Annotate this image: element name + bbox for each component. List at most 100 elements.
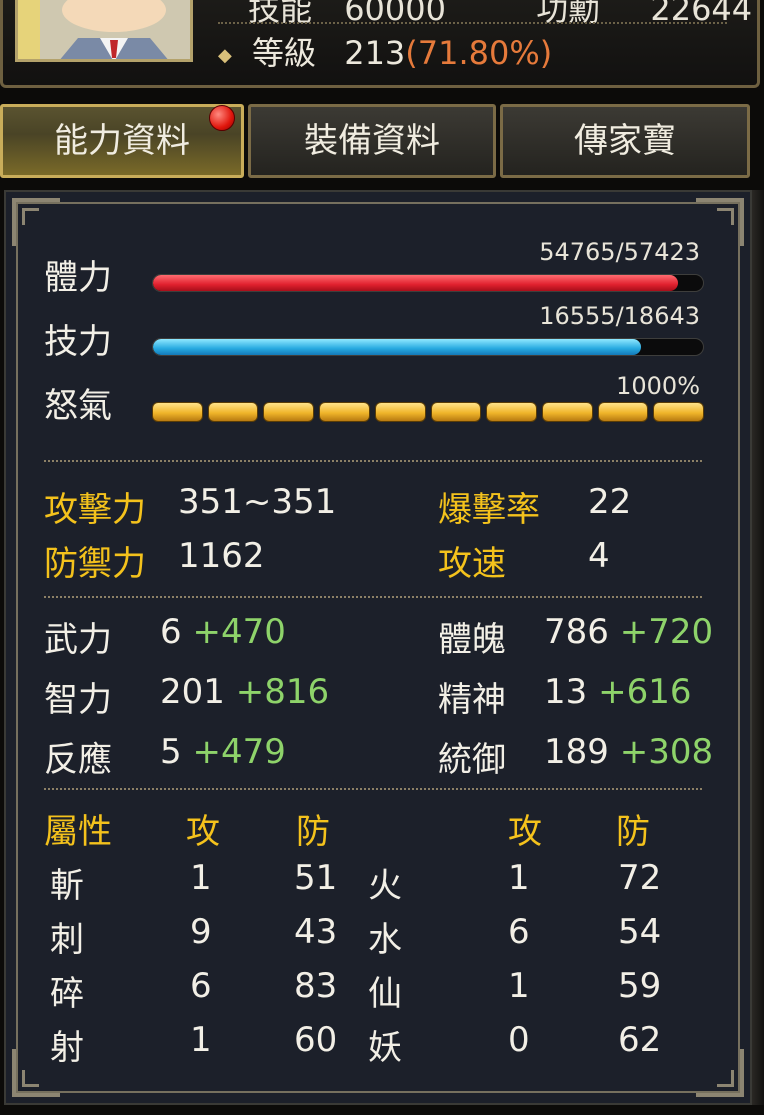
- element-attack: 6: [508, 912, 530, 952]
- element-header-def: 防: [296, 812, 330, 852]
- element-header-atk: 攻: [186, 812, 220, 852]
- section-divider: [44, 460, 702, 462]
- attr-label-reflex: 反應: [44, 740, 112, 780]
- tab-label: 能力資料: [54, 121, 190, 161]
- attr-value-command: 189 +308: [544, 732, 713, 772]
- element-header-def2: 防: [616, 812, 650, 852]
- element-defense: 60: [294, 1020, 338, 1060]
- level-row: ◆ 等級 213(71.80%): [218, 28, 552, 74]
- top-stats-row: 技能 60000 功勳 22644: [248, 0, 752, 30]
- element-attack: 1: [508, 858, 530, 898]
- element-attack: 6: [190, 966, 212, 1006]
- corner-ornament-icon: [696, 198, 744, 246]
- attr-label-command: 統御: [438, 740, 506, 780]
- attr-base: 5: [160, 732, 182, 772]
- element-defense: 83: [294, 966, 338, 1006]
- character-header: 技能 60000 功勳 22644 ◆ 等級 213(71.80%): [0, 0, 760, 88]
- attr-base: 189: [544, 732, 609, 772]
- corner-ornament-icon: [12, 198, 60, 246]
- element-attack: 1: [508, 966, 530, 1006]
- mp-label: 技力: [44, 322, 112, 362]
- rage-label: 怒氣: [44, 386, 112, 426]
- attr-label-intellect: 智力: [44, 680, 112, 720]
- tab-equipment-info[interactable]: 裝備資料: [248, 104, 496, 178]
- attr-bonus: +470: [192, 612, 286, 652]
- element-defense: 72: [618, 858, 662, 898]
- tab-label: 裝備資料: [304, 121, 440, 161]
- mp-value: 16555/18643: [539, 302, 700, 330]
- tab-heirloom[interactable]: 傳家寶: [500, 104, 750, 178]
- defense-label: 防禦力: [44, 544, 146, 584]
- element-attack: 0: [508, 1020, 530, 1060]
- element-attack: 1: [190, 858, 212, 898]
- element-header-title: 屬性: [44, 812, 112, 852]
- tab-label: 傳家寶: [574, 121, 676, 161]
- crit-label: 爆擊率: [438, 490, 540, 530]
- attr-value-reflex: 5 +479: [160, 732, 286, 772]
- element-name: 射: [50, 1028, 84, 1068]
- crit-value: 22: [588, 482, 632, 522]
- level-percent: (71.80%): [405, 34, 553, 72]
- element-defense: 51: [294, 858, 338, 898]
- rage-segment: [263, 402, 315, 422]
- attr-bonus: +816: [235, 672, 330, 712]
- element-name: 火: [368, 866, 402, 906]
- rage-value: 1000%: [616, 372, 700, 400]
- element-name: 仙: [368, 974, 402, 1014]
- attr-label-might: 武力: [44, 620, 112, 660]
- element-name: 水: [368, 920, 402, 960]
- avatar-portrait-icon: [18, 0, 190, 59]
- hp-bar-fill: [153, 275, 678, 291]
- level-value: 213: [344, 34, 406, 72]
- element-defense: 43: [294, 912, 338, 952]
- attr-bonus: +308: [619, 732, 714, 772]
- section-divider: [44, 788, 702, 790]
- rage-segment: [152, 402, 203, 422]
- rage-segment: [597, 402, 649, 422]
- element-attack: 9: [190, 912, 212, 952]
- attr-base: 13: [544, 672, 588, 712]
- attr-bonus: +616: [598, 672, 692, 712]
- attr-base: 786: [544, 612, 609, 652]
- attr-label-physique: 體魄: [438, 620, 506, 660]
- hp-bar: [152, 274, 704, 292]
- attr-value-spirit: 13 +616: [544, 672, 691, 712]
- rage-bar: [152, 402, 705, 422]
- element-name: 刺: [50, 920, 84, 960]
- element-header-atk2: 攻: [508, 812, 542, 852]
- attr-base: 201: [160, 672, 225, 712]
- attr-value-intellect: 201 +816: [160, 672, 329, 712]
- element-defense: 62: [618, 1020, 662, 1060]
- attr-value-physique: 786 +720: [544, 612, 713, 652]
- header-divider: [218, 22, 727, 24]
- attr-bonus: +479: [192, 732, 286, 772]
- attr-label-spirit: 精神: [438, 680, 506, 720]
- attr-base: 6: [160, 612, 182, 652]
- element-name: 妖: [368, 1028, 402, 1068]
- tab-ability-info[interactable]: 能力資料: [0, 104, 244, 178]
- attack-value: 351~351: [178, 482, 337, 522]
- speed-value: 4: [588, 536, 610, 576]
- speed-label: 攻速: [438, 544, 506, 584]
- rage-segment: [430, 402, 482, 422]
- diamond-bullet-icon: ◆: [218, 44, 232, 66]
- character-avatar[interactable]: [15, 0, 193, 62]
- notification-dot-icon: [209, 105, 235, 131]
- attr-value-might: 6 +470: [160, 612, 286, 652]
- panel-side-edge: [752, 190, 764, 1105]
- rage-segment: [319, 402, 370, 422]
- level-label: 等級: [252, 34, 317, 72]
- tab-bar: 能力資料 裝備資料 傳家寶: [0, 104, 764, 180]
- element-defense: 59: [618, 966, 662, 1006]
- rage-segment: [653, 402, 705, 422]
- mp-bar-fill: [153, 339, 642, 355]
- hp-label: 體力: [44, 258, 112, 298]
- rage-segment: [486, 402, 537, 422]
- element-defense: 54: [618, 912, 662, 952]
- corner-ornament-icon: [696, 1049, 744, 1097]
- element-attack: 1: [190, 1020, 212, 1060]
- attr-bonus: +720: [619, 612, 714, 652]
- ability-panel: 體力 54765/57423 技力 16555/18643 怒氣 1000% 攻…: [4, 190, 752, 1105]
- attack-label: 攻擊力: [44, 490, 146, 530]
- rage-segment: [541, 402, 593, 422]
